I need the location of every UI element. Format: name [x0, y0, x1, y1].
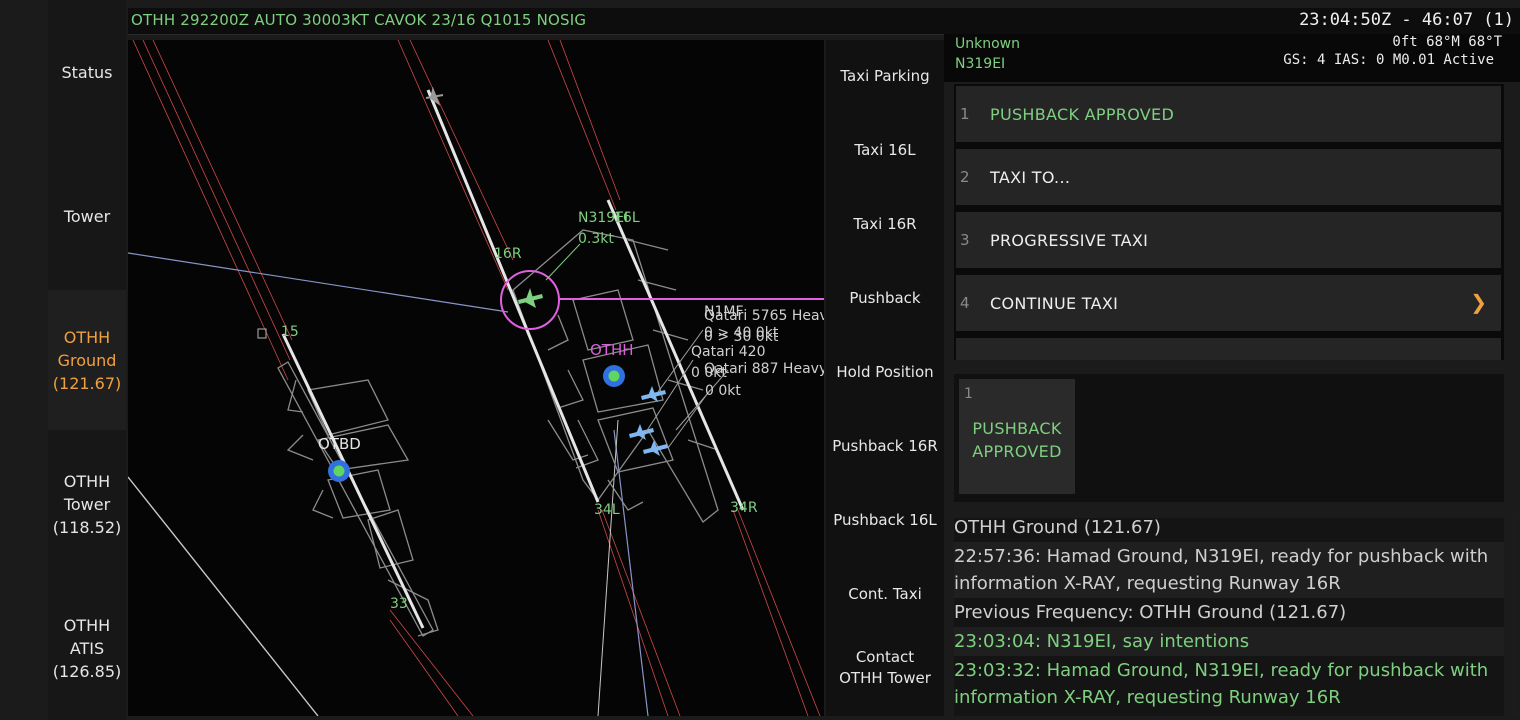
response-options: 1 PUSHBACK APPROVED 2 TAXI TO... 3 PROGR… [954, 84, 1504, 360]
option-partial[interactable] [956, 338, 1501, 360]
nav-frequency: (121.67) [52, 373, 122, 393]
airport-marker-icon[interactable] [603, 365, 625, 387]
nav-label: OTHH [63, 327, 111, 347]
selected-response-card[interactable]: 1 PUSHBACK APPROVED [959, 379, 1075, 494]
selected-response-label: PUSHBACK APPROVED [959, 417, 1075, 463]
radar-map[interactable]: 16R 16L 34L 34R 15 33 OTHH OTBD N1MF Qat… [128, 40, 824, 716]
selected-response-panel: 1 PUSHBACK APPROVED [954, 374, 1504, 502]
nav-label: ATIS [69, 638, 105, 658]
nav-frequency: (126.85) [52, 661, 122, 681]
plane-icon[interactable] [518, 288, 543, 308]
button-label: Pushback [849, 288, 921, 307]
metar-text: OTHH 292200Z AUTO 30003KT CAVOK 23/16 Q1… [131, 11, 587, 29]
option-number: 4 [960, 294, 970, 312]
option-progressive-taxi[interactable]: 3 PROGRESSIVE TAXI [956, 212, 1501, 268]
button-label: Taxi Parking [840, 66, 930, 85]
nav-label: Status [61, 62, 113, 82]
frequency-sidebar: Status Tower OTHH Ground (121.67) OTHH T… [48, 0, 126, 720]
button-label: Taxi 16R [853, 214, 917, 233]
nav-label: OTHH [63, 615, 111, 635]
option-label: PROGRESSIVE TAXI [990, 230, 1149, 250]
otbd-taxiways [277, 361, 439, 637]
option-label: TAXI TO... [990, 167, 1071, 187]
airport-label-othh: OTHH [590, 341, 634, 359]
nav-othh-ground[interactable]: OTHH Ground (121.67) [48, 290, 126, 430]
nav-label: Ground [57, 350, 117, 370]
selected-callsign: N319EI [578, 210, 628, 226]
map-marker-icon [257, 328, 267, 339]
log-entry: 23:03:32: Hamad Ground, N319EI, ready fo… [954, 660, 1489, 708]
taxi-parking-button[interactable]: Taxi Parking [826, 40, 944, 112]
runway-label: 15 [281, 324, 299, 340]
log-entry: 22:57:36: Hamad Ground, N319EI, ready fo… [954, 542, 1504, 598]
runway-label: 34L [594, 502, 620, 518]
log-scrollbar[interactable] [1512, 518, 1518, 716]
aircraft-info: Unknown N319EI 0ft 68°M 68°T GS: 4 IAS: … [944, 34, 1520, 82]
otbd-runway [281, 333, 425, 629]
nav-status[interactable]: Status [48, 2, 126, 142]
selected-response-number: 1 [964, 386, 973, 402]
runway-label: 34R [730, 500, 758, 516]
command-column: Taxi Parking Taxi 16L Taxi 16R Pushback … [826, 40, 944, 716]
taxi-16l-button[interactable]: Taxi 16L [826, 114, 944, 186]
radar-scope[interactable]: 16R 16L 34L 34R 15 33 OTHH OTBD N1MF Qat… [128, 40, 824, 716]
runway-label: 16R [494, 246, 522, 262]
button-label: Contact [855, 648, 915, 666]
option-continue-taxi[interactable]: 4 CONTINUE TAXI ❯ [956, 275, 1501, 331]
button-label: Cont. Taxi [848, 584, 922, 603]
runway-label: 33 [390, 596, 408, 612]
traffic-callsign: Qatari 887 Heavy [704, 361, 824, 377]
traffic-info: 0 0kt [705, 383, 741, 399]
route-lines [128, 252, 649, 716]
option-taxi-to[interactable]: 2 TAXI TO... [956, 149, 1501, 205]
selected-speed: 0.3kt [578, 231, 614, 247]
nav-tower[interactable]: Tower [48, 146, 126, 286]
contact-tower-button[interactable]: Contact OTHH Tower [826, 632, 944, 704]
aircraft-callsign: N319EI [955, 56, 1006, 72]
radio-log[interactable]: OTHH Ground (121.67) 22:57:36: Hamad Gro… [954, 518, 1504, 716]
runway-16r-34l [426, 89, 600, 503]
option-number: 1 [960, 105, 970, 123]
selected-response-line: PUSHBACK [972, 419, 1062, 438]
hold-position-button[interactable]: Hold Position [826, 336, 944, 408]
nav-othh-tower[interactable]: OTHH Tower (118.52) [48, 434, 126, 574]
button-label: OTHH Tower [839, 669, 931, 687]
option-label: CONTINUE TAXI [990, 293, 1119, 313]
option-number: 2 [960, 168, 970, 186]
chevron-right-icon: ❯ [1470, 290, 1487, 314]
nav-frequency: (118.52) [52, 517, 122, 537]
selected-response-line: APPROVED [972, 442, 1062, 461]
aircraft-speed: GS: 4 IAS: 0 M0.01 Active [1283, 52, 1494, 68]
button-label: Pushback 16L [833, 510, 937, 529]
traffic-callsign: Qatari 5765 Heavy [704, 308, 824, 324]
nav-label: OTHH [63, 471, 111, 491]
pushback-16l-button[interactable]: Pushback 16L [826, 484, 944, 556]
nav-label: Tower [63, 494, 111, 514]
leader-line [545, 243, 581, 281]
option-number: 3 [960, 231, 970, 249]
taxi-16r-button[interactable]: Taxi 16R [826, 188, 944, 260]
continue-taxi-button[interactable]: Cont. Taxi [826, 558, 944, 630]
button-label: Taxi 16L [854, 140, 916, 159]
traffic-callsign: Qatari 420 [691, 344, 765, 360]
log-entry: OTHH Ground (121.67) [954, 518, 1161, 538]
pushback-16r-button[interactable]: Pushback 16R [826, 410, 944, 482]
log-entry: 23:03:04: N319EI, say intentions [954, 627, 1504, 656]
option-pushback-approved[interactable]: 1 PUSHBACK APPROVED [956, 86, 1501, 142]
airport-label-otbd: OTBD [318, 435, 361, 453]
traffic-info: 0 > 30 0kt [704, 329, 779, 345]
log-entry: Previous Frequency: OTHH Ground (121.67) [954, 602, 1347, 623]
aircraft-altitude: 0ft 68°M 68°T [1392, 34, 1502, 50]
airport-marker-icon[interactable] [328, 460, 350, 482]
option-label: PUSHBACK APPROVED [990, 104, 1175, 124]
nav-label: Tower [63, 206, 111, 226]
utc-clock: 23:04:50Z - 46:07 (1) [1299, 10, 1514, 30]
button-label: Pushback 16R [832, 436, 938, 455]
button-label: Hold Position [836, 362, 934, 381]
aircraft-type: Unknown [955, 36, 1020, 52]
metar-bar: OTHH 292200Z AUTO 30003KT CAVOK 23/16 Q1… [128, 8, 1520, 35]
pushback-button[interactable]: Pushback [826, 262, 944, 334]
nav-othh-atis[interactable]: OTHH ATIS (126.85) [48, 578, 126, 718]
